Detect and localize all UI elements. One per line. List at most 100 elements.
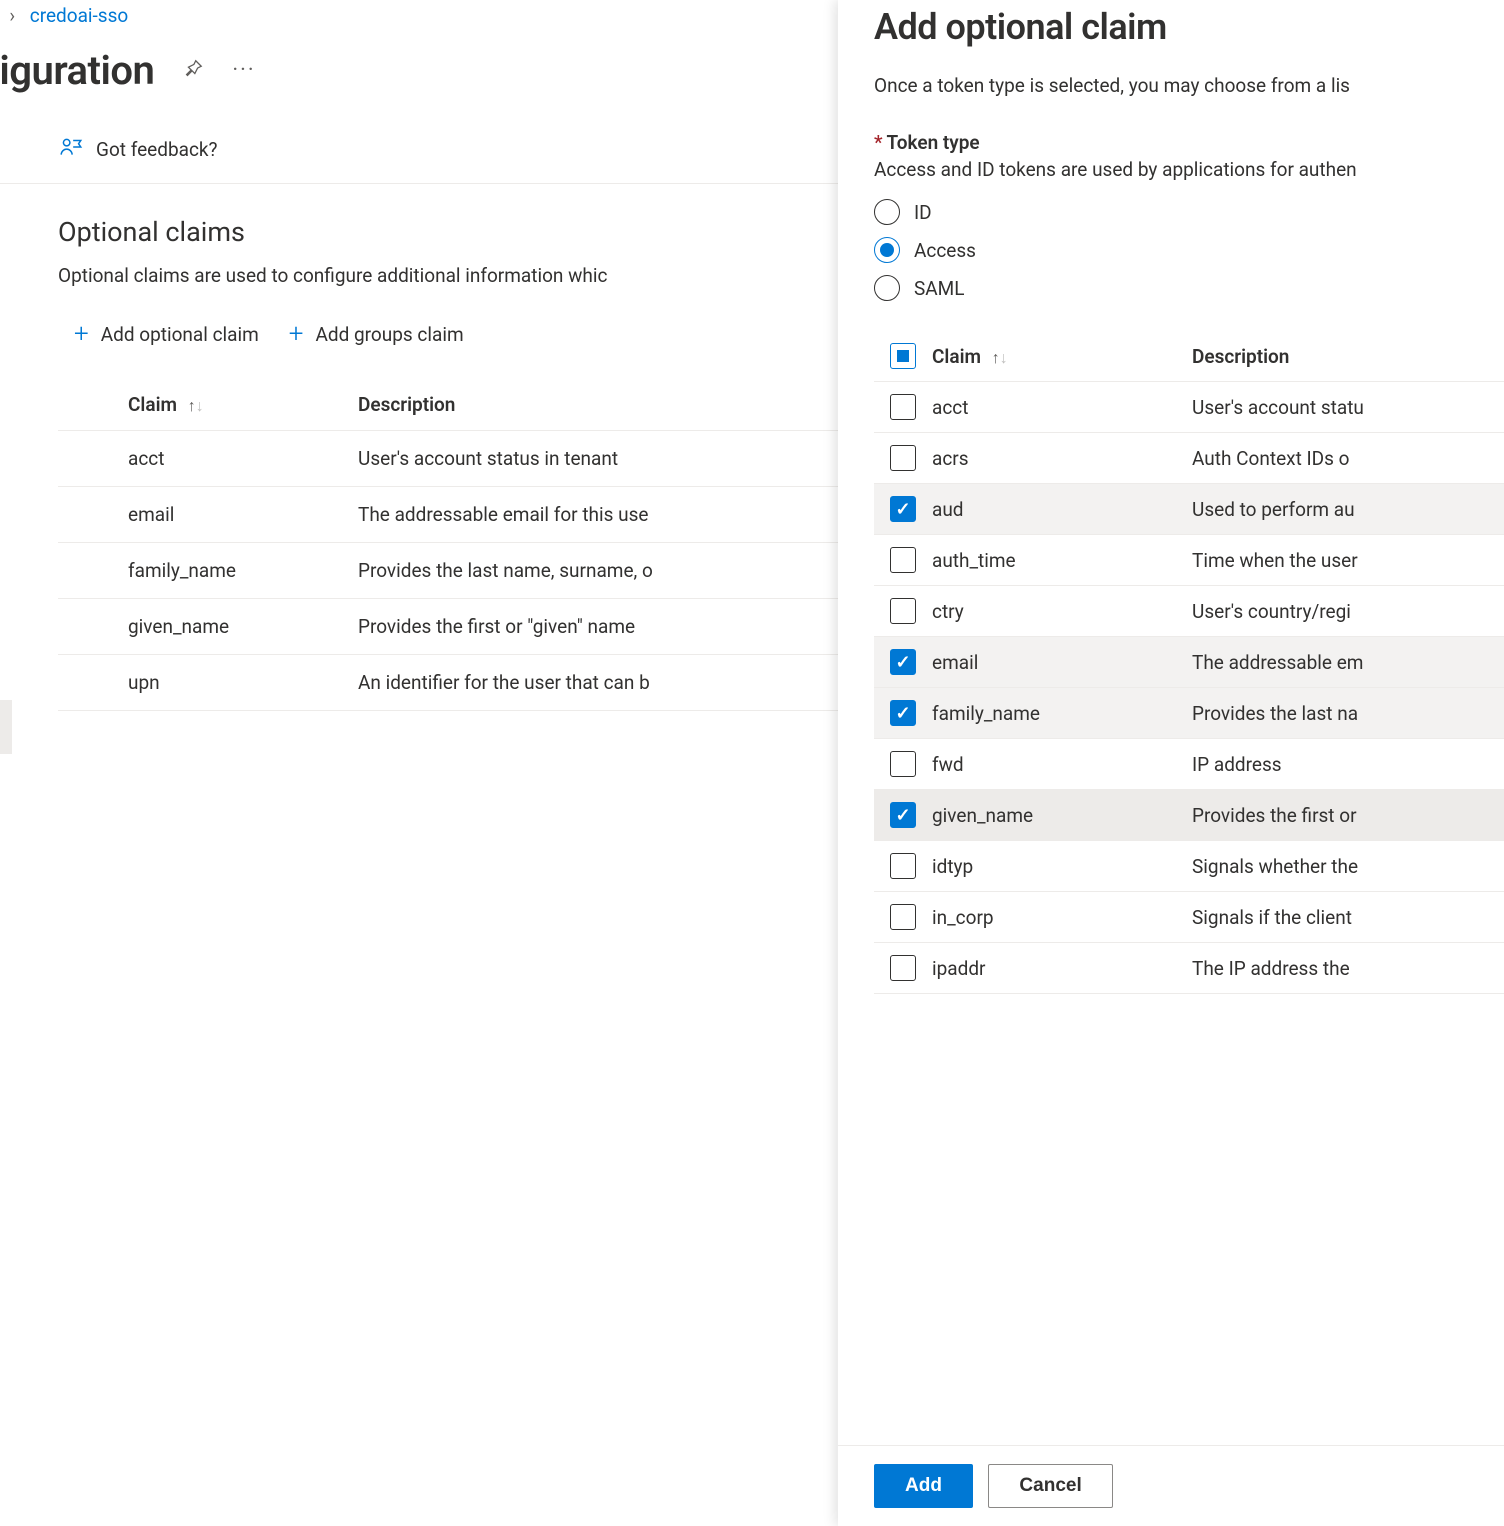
checkbox[interactable]	[890, 700, 916, 726]
radio-icon	[874, 275, 900, 301]
plus-icon: +	[289, 319, 304, 349]
claim-name: aud	[924, 484, 1184, 535]
column-description[interactable]: Description	[358, 379, 850, 431]
select-all-checkbox[interactable]	[890, 343, 916, 369]
checkbox[interactable]	[890, 955, 916, 981]
claim-desc: Signals if the client	[1184, 892, 1504, 943]
claim-desc: Auth Context IDs o	[1184, 433, 1504, 484]
checkbox[interactable]	[890, 394, 916, 420]
add-groups-claim-button[interactable]: + Add groups claim	[289, 319, 464, 349]
radio-icon	[874, 199, 900, 225]
more-icon[interactable]: ···	[232, 58, 255, 83]
breadcrumb-current[interactable]: credoai-sso	[30, 4, 129, 27]
claim-name: idtyp	[924, 841, 1184, 892]
feedback-link[interactable]: Got feedback?	[0, 118, 850, 184]
claim-row-acrs[interactable]: acrsAuth Context IDs o	[874, 433, 1504, 484]
claim-row-ctry[interactable]: ctryUser's country/regi	[874, 586, 1504, 637]
claim-row-email[interactable]: emailThe addressable em	[874, 637, 1504, 688]
page-title: n configuration	[0, 47, 154, 94]
claim-name: acct	[58, 431, 358, 487]
existing-claims-table: Claim ↑↓ Description acctUser's account …	[58, 379, 850, 711]
token-type-radiogroup: ID AccessSAML	[874, 193, 1504, 331]
optional-claims-heading: Optional claims	[0, 184, 850, 264]
table-row[interactable]: upnAn identifier for the user that can b	[58, 655, 850, 711]
claim-row-aud[interactable]: audUsed to perform au	[874, 484, 1504, 535]
claim-name: auth_time	[924, 535, 1184, 586]
sort-icon: ↑↓	[188, 396, 204, 415]
select-all-cell[interactable]	[874, 331, 924, 382]
add-groups-claim-label: Add groups claim	[315, 323, 463, 346]
checkbox[interactable]	[890, 904, 916, 930]
claim-name: email	[58, 487, 358, 543]
checkbox[interactable]	[890, 445, 916, 471]
claim-row-fwd[interactable]: fwdIP address	[874, 739, 1504, 790]
panel-title: Add optional claim	[874, 0, 1504, 74]
checkbox[interactable]	[890, 649, 916, 675]
checkbox-cell[interactable]	[874, 637, 924, 688]
claim-name: fwd	[924, 739, 1184, 790]
add-claim-panel: Add optional claim Once a token type is …	[838, 0, 1504, 1526]
claim-desc: The addressable em	[1184, 637, 1504, 688]
sort-icon: ↑↓	[992, 348, 1008, 367]
add-optional-claim-label: Add optional claim	[101, 323, 259, 346]
column-claim[interactable]: Claim ↑↓	[58, 379, 358, 431]
table-row[interactable]: emailThe addressable email for this use	[58, 487, 850, 543]
claim-desc: IP address	[1184, 739, 1504, 790]
table-row[interactable]: family_nameProvides the last name, surna…	[58, 543, 850, 599]
feedback-label: Got feedback?	[96, 138, 218, 161]
checkbox-cell[interactable]	[874, 433, 924, 484]
checkbox[interactable]	[890, 496, 916, 522]
claim-name: ipaddr	[924, 943, 1184, 994]
checkbox-cell[interactable]	[874, 688, 924, 739]
claim-name: family_name	[924, 688, 1184, 739]
claim-row-ipaddr[interactable]: ipaddrThe IP address the	[874, 943, 1504, 994]
radio-label: ID	[914, 201, 932, 224]
column-claim[interactable]: Claim ↑↓	[924, 331, 1184, 382]
claim-row-acct[interactable]: acctUser's account statu	[874, 382, 1504, 433]
pin-icon[interactable]	[182, 58, 204, 84]
checkbox-cell[interactable]	[874, 841, 924, 892]
checkbox-cell[interactable]	[874, 586, 924, 637]
claim-name: in_corp	[924, 892, 1184, 943]
checkbox-cell[interactable]	[874, 739, 924, 790]
checkbox-cell[interactable]	[874, 382, 924, 433]
token-type-option-access[interactable]: Access	[874, 231, 1504, 269]
checkbox-cell[interactable]	[874, 943, 924, 994]
claim-desc: The IP address the	[1184, 943, 1504, 994]
claim-row-family_name[interactable]: family_nameProvides the last na	[874, 688, 1504, 739]
claim-name: given_name	[58, 599, 358, 655]
claim-desc: The addressable email for this use	[358, 487, 850, 543]
breadcrumb-separator: ›	[9, 4, 15, 27]
claim-row-idtyp[interactable]: idtypSignals whether the	[874, 841, 1504, 892]
table-row[interactable]: given_nameProvides the first or "given" …	[58, 599, 850, 655]
claim-desc: Used to perform au	[1184, 484, 1504, 535]
token-type-option-saml[interactable]: SAML	[874, 269, 1504, 307]
add-optional-claim-button[interactable]: + Add optional claim	[74, 319, 259, 349]
feedback-icon	[58, 134, 84, 165]
claim-row-auth_time[interactable]: auth_timeTime when the user	[874, 535, 1504, 586]
add-button[interactable]: Add	[874, 1464, 973, 1508]
claim-desc: User's country/regi	[1184, 586, 1504, 637]
claim-row-given_name[interactable]: given_nameProvides the first or	[874, 790, 1504, 841]
claim-name: acrs	[924, 433, 1184, 484]
checkbox[interactable]	[890, 802, 916, 828]
checkbox[interactable]	[890, 547, 916, 573]
checkbox-cell[interactable]	[874, 535, 924, 586]
claim-name: family_name	[58, 543, 358, 599]
checkbox-cell[interactable]	[874, 892, 924, 943]
checkbox-cell[interactable]	[874, 790, 924, 841]
plus-icon: +	[74, 319, 89, 349]
optional-claims-description: Optional claims are used to configure ad…	[0, 264, 850, 309]
checkbox[interactable]	[890, 751, 916, 777]
claim-desc: Provides the last name, surname, o	[358, 543, 850, 599]
checkbox[interactable]	[890, 853, 916, 879]
claim-row-in_corp[interactable]: in_corpSignals if the client	[874, 892, 1504, 943]
claim-desc: User's account statu	[1184, 382, 1504, 433]
cancel-button[interactable]: Cancel	[988, 1464, 1112, 1508]
column-description[interactable]: Description	[1184, 331, 1504, 382]
token-type-option-id[interactable]: ID	[874, 193, 1504, 231]
checkbox-cell[interactable]	[874, 484, 924, 535]
claim-desc: Provides the last na	[1184, 688, 1504, 739]
checkbox[interactable]	[890, 598, 916, 624]
table-row[interactable]: acctUser's account status in tenant	[58, 431, 850, 487]
